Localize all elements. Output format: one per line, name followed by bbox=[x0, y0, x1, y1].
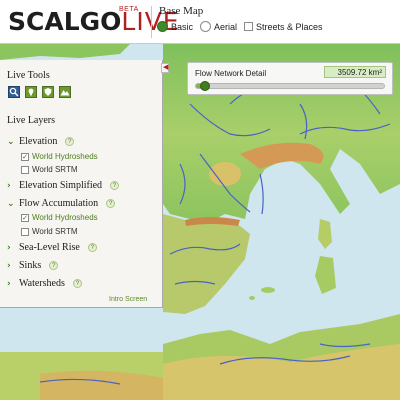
layer-sea-level-rise[interactable]: › Sea-Level Rise ? bbox=[7, 242, 97, 253]
help-icon[interactable]: ? bbox=[72, 279, 82, 288]
layer-label: Elevation bbox=[19, 136, 58, 147]
search-icon bbox=[9, 87, 19, 97]
sublayer-label: World SRTM bbox=[32, 227, 78, 236]
help-icon[interactable]: ? bbox=[110, 181, 120, 190]
sublayer-flow-hydrosheds[interactable]: ✓ World Hydrosheds bbox=[21, 213, 98, 222]
slider-handle[interactable] bbox=[200, 81, 211, 91]
checkbox-checked[interactable]: ✓ bbox=[21, 152, 29, 161]
basemap-option-streets[interactable]: Streets & Places bbox=[244, 22, 323, 32]
header-divider bbox=[151, 6, 152, 38]
chevron-right-icon[interactable]: › bbox=[7, 243, 16, 253]
flow-network-detail-control: Flow Network Detail 3509.72 km² bbox=[187, 62, 393, 95]
sublayer-elevation-srtm[interactable]: World SRTM bbox=[21, 165, 78, 174]
intro-screen-link[interactable]: Intro Screen bbox=[109, 296, 147, 303]
layer-elevation[interactable]: ⌄ Elevation ? bbox=[7, 136, 75, 147]
app-logo[interactable]: SCALGOLIVE bbox=[8, 9, 180, 35]
basemap-options: Basic Aerial Streets & Places bbox=[157, 21, 330, 32]
basemap-option-aerial[interactable]: Aerial bbox=[200, 21, 237, 32]
layer-flow-accumulation[interactable]: ⌄ Flow Accumulation ? bbox=[7, 198, 116, 209]
terrain-icon bbox=[60, 90, 70, 96]
top-header: SCALGOLIVE BETA Base Map Basic Aerial St… bbox=[0, 0, 400, 44]
slider-label: Flow Network Detail bbox=[195, 69, 267, 78]
layer-label: Watersheds bbox=[19, 278, 65, 289]
layer-label: Sinks bbox=[19, 260, 42, 271]
pin-icon bbox=[28, 88, 34, 97]
radio-basic[interactable] bbox=[157, 21, 168, 32]
layer-label: Sea-Level Rise bbox=[19, 242, 80, 253]
search-tool-button[interactable] bbox=[8, 86, 20, 98]
chevron-right-icon[interactable]: › bbox=[7, 181, 16, 191]
basemap-aerial-label: Aerial bbox=[214, 21, 238, 32]
pin-tool-button[interactable] bbox=[25, 86, 37, 98]
slider-value-display: 3509.72 km² bbox=[324, 66, 386, 78]
layer-watersheds[interactable]: › Watersheds ? bbox=[7, 278, 82, 289]
sublayer-flow-srtm[interactable]: World SRTM bbox=[21, 227, 78, 236]
beta-badge: BETA bbox=[119, 6, 139, 13]
tool-bar bbox=[8, 86, 76, 98]
checkbox-unchecked[interactable] bbox=[21, 227, 29, 236]
layer-label: Elevation Simplified bbox=[19, 180, 103, 191]
checkbox-checked[interactable]: ✓ bbox=[21, 213, 29, 222]
chevron-right-icon[interactable]: › bbox=[7, 279, 16, 289]
sublayer-elevation-hydrosheds[interactable]: ✓ World Hydrosheds bbox=[21, 152, 98, 161]
checkbox-streets-places[interactable] bbox=[244, 22, 254, 31]
layer-label: Flow Accumulation bbox=[19, 198, 99, 209]
chevron-down-icon[interactable]: ⌄ bbox=[7, 199, 16, 209]
shield-tool-button[interactable] bbox=[42, 86, 54, 98]
basemap-option-basic[interactable]: Basic bbox=[157, 21, 193, 32]
basemap-basic-label: Basic bbox=[171, 21, 194, 32]
help-icon[interactable]: ? bbox=[87, 243, 97, 252]
layer-elevation-simplified[interactable]: › Elevation Simplified ? bbox=[7, 180, 120, 191]
help-icon[interactable]: ? bbox=[106, 199, 116, 208]
chevron-down-icon[interactable]: ⌄ bbox=[7, 137, 16, 147]
chevron-right-icon[interactable]: › bbox=[7, 261, 16, 271]
basemap-streets-label: Streets & Places bbox=[256, 21, 323, 32]
sublayer-label: World SRTM bbox=[32, 165, 78, 174]
shield-icon bbox=[44, 88, 52, 96]
help-icon[interactable]: ? bbox=[65, 137, 75, 146]
radio-aerial[interactable] bbox=[200, 21, 212, 32]
help-icon[interactable]: ? bbox=[49, 261, 59, 270]
layer-sinks[interactable]: › Sinks ? bbox=[7, 260, 59, 271]
live-layers-title: Live Layers bbox=[7, 115, 56, 126]
checkbox-unchecked[interactable] bbox=[21, 165, 29, 174]
collapse-arrow-icon[interactable]: ◀ bbox=[163, 64, 168, 72]
live-tools-title: Live Tools bbox=[7, 70, 50, 81]
sublayer-label: World Hydrosheds bbox=[32, 213, 98, 222]
logo-primary: SCALGO bbox=[8, 7, 122, 36]
slider-track[interactable] bbox=[195, 81, 385, 91]
basemap-title: Base Map bbox=[159, 5, 204, 17]
sublayer-label: World Hydrosheds bbox=[32, 152, 98, 161]
terrain-tool-button[interactable] bbox=[59, 86, 71, 98]
